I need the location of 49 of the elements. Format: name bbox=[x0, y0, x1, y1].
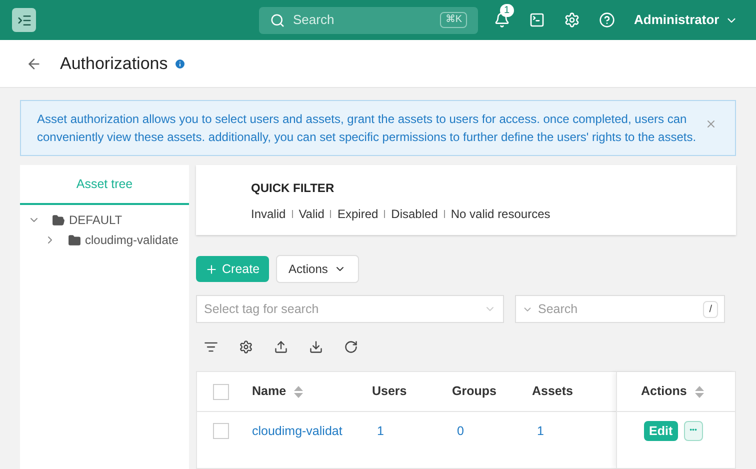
quick-filter-title: QUICK FILTER bbox=[251, 180, 336, 197]
search-placeholder: Search bbox=[293, 11, 336, 30]
column-label: Name bbox=[252, 383, 286, 400]
refresh-icon[interactable] bbox=[344, 340, 358, 354]
notification-icon[interactable] bbox=[494, 12, 510, 28]
row-checkbox[interactable] bbox=[213, 423, 229, 439]
tree-node[interactable]: DEFAULT bbox=[69, 211, 122, 229]
sort-icon[interactable] bbox=[294, 386, 304, 398]
filter-option[interactable]: No valid resources bbox=[450, 205, 550, 223]
filter-icon[interactable] bbox=[204, 340, 218, 354]
menu-icon bbox=[16, 12, 32, 28]
folder-icon bbox=[52, 214, 65, 226]
filter-option[interactable]: Invalid bbox=[251, 205, 286, 223]
plus-icon bbox=[205, 262, 218, 276]
back-icon[interactable] bbox=[26, 56, 42, 72]
terminal-icon[interactable] bbox=[529, 12, 545, 28]
menu-toggle-button[interactable] bbox=[12, 8, 36, 32]
filter-option[interactable]: Disabled bbox=[391, 205, 438, 223]
count-cell: 1 bbox=[377, 424, 384, 438]
column-header[interactable]: Name bbox=[252, 382, 372, 401]
column-label: Users bbox=[372, 383, 407, 400]
help-icon[interactable] bbox=[599, 12, 615, 28]
upload-icon[interactable] bbox=[274, 340, 288, 354]
shortcut-key: / bbox=[703, 300, 718, 318]
search-icon bbox=[270, 12, 285, 28]
filter-option[interactable]: Expired bbox=[337, 205, 378, 223]
table-search-field[interactable]: Search / bbox=[515, 295, 725, 323]
alert-text: Asset authorization allows you to select users and assets, grant the assets to users for access. once completed, users can conveniently view these assets. additionally, you can set specific permissions to further define the users' rights to the assets. bbox=[37, 111, 698, 146]
count-cell: 0 bbox=[457, 424, 464, 438]
shortcut-key: ⌘K bbox=[440, 12, 467, 28]
user-menu[interactable]: Administrator bbox=[634, 10, 738, 30]
sort-icon[interactable] bbox=[694, 386, 704, 398]
folder-icon bbox=[68, 234, 81, 246]
column-label: Actions bbox=[641, 383, 687, 400]
column-label: Assets bbox=[532, 383, 573, 400]
tree-node[interactable]: cloudimg-validate bbox=[85, 231, 178, 249]
close-icon[interactable] bbox=[705, 118, 717, 130]
info-icon bbox=[174, 58, 186, 70]
notification-badge: 1 bbox=[500, 4, 514, 17]
name-link[interactable]: cloudimg-validat bbox=[252, 424, 342, 438]
select-all-checkbox[interactable] bbox=[213, 384, 229, 400]
column-header[interactable]: Actions bbox=[617, 372, 735, 412]
page-title: Authorizations bbox=[60, 52, 168, 75]
filter-option[interactable]: Valid bbox=[298, 205, 324, 223]
count-cell: 1 bbox=[537, 424, 544, 438]
column-label: Groups bbox=[452, 383, 496, 400]
download-icon[interactable] bbox=[309, 340, 323, 354]
actions-dropdown[interactable]: Actions bbox=[276, 255, 359, 283]
settings-icon[interactable] bbox=[239, 340, 253, 354]
